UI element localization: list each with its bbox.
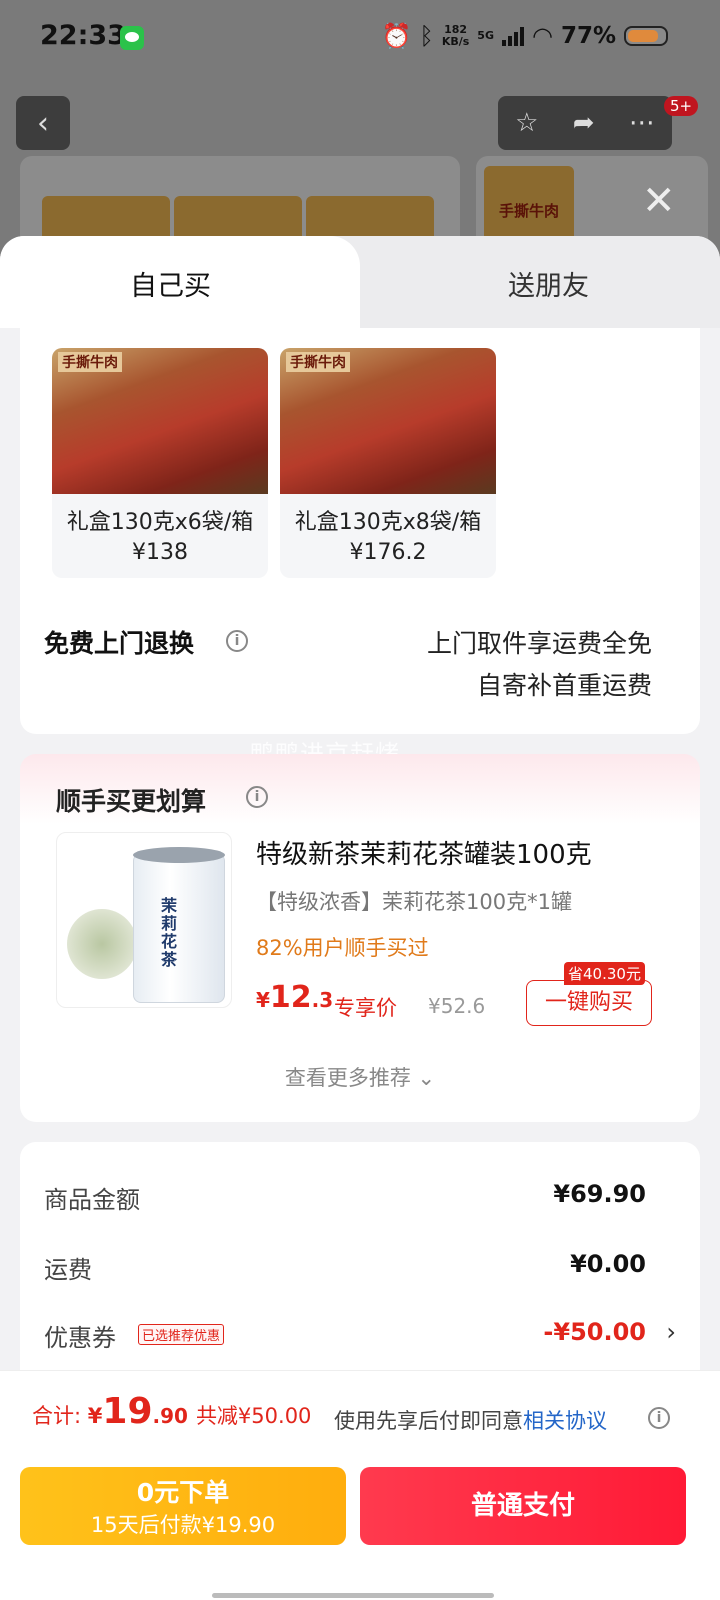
return-service-detail: 自寄补首重运费 xyxy=(476,671,652,700)
recommendation-card: 顺手买更划算 i 茉莉花茶 特级新茶茉莉花茶罐装100克 【特级浓香】茉莉花茶1… xyxy=(20,754,700,1122)
sku-image-label: 手撕牛肉 xyxy=(58,352,122,372)
network-type: 5G xyxy=(477,29,494,42)
original-price: ¥52.6 xyxy=(428,994,486,1018)
pay-later-subtitle: 15天后付款¥19.90 xyxy=(90,1513,276,1537)
exclusive-price-tag: 专享价 xyxy=(334,996,397,1020)
order-total: 合计: ¥19.90 共减¥50.00 xyxy=(32,1391,311,1432)
sku-option[interactable]: 手撕牛肉 礼盒130克x8袋/箱 ¥176.2 xyxy=(280,348,496,578)
shipping-value: ¥0.00 xyxy=(570,1250,646,1278)
info-icon[interactable]: i xyxy=(226,630,248,652)
battery-percent: 77% xyxy=(560,23,616,49)
sku-label: 礼盒130克x8袋/箱 ¥176.2 xyxy=(294,510,482,565)
total-reduction: 共减¥50.00 xyxy=(195,1404,312,1428)
price-integer: 12 xyxy=(269,980,312,1015)
top-action-bar: ☆ ➦ ⋯ xyxy=(498,96,672,150)
agreement-prefix: 使用先享后付即同意 xyxy=(334,1409,523,1433)
tea-can-image xyxy=(133,853,225,1003)
price-summary-card: 商品金额 ¥69.90 运费 ¥0.00 优惠券 已选推荐优惠 -¥50.00 … xyxy=(20,1142,700,1402)
price-decimal: .3 xyxy=(311,988,334,1012)
share-icon[interactable]: ➦ xyxy=(573,108,595,138)
summary-row-goods: 商品金额 ¥69.90 xyxy=(44,1180,646,1220)
recommendation-product-desc: 【特级浓香】茉莉花茶100克*1罐 xyxy=(256,890,572,914)
tea-can-lid xyxy=(133,847,225,863)
chevron-left-icon: ‹ xyxy=(37,105,49,141)
back-button[interactable]: ‹ xyxy=(16,96,70,150)
recommendation-title: 顺手买更划算 xyxy=(56,787,207,816)
goods-amount-label: 商品金额 xyxy=(44,1186,140,1214)
purchase-tabs: 自己买 送朋友 xyxy=(0,236,720,328)
summary-row-shipping: 运费 ¥0.00 xyxy=(44,1250,646,1290)
sku-image-label: 手撕牛肉 xyxy=(286,352,350,372)
total-label: 合计: xyxy=(32,1404,88,1428)
checkout-bar: 合计: ¥19.90 共减¥50.00 使用先享后付即同意相关协议 i 0元下单 … xyxy=(0,1370,720,1600)
more-icon[interactable]: ⋯ xyxy=(629,108,655,138)
save-badge: 省40.30元 xyxy=(564,962,645,985)
total-integer: 19 xyxy=(102,1391,153,1432)
coupon-value: -¥50.00 xyxy=(543,1318,646,1346)
tea-product-image[interactable]: 茉莉花茶 xyxy=(56,832,232,1008)
sku-image: 手撕牛肉 xyxy=(280,348,496,494)
goods-amount-value: ¥69.90 xyxy=(553,1180,646,1208)
coupon-label: 优惠券 xyxy=(44,1324,116,1352)
coupon-tag: 已选推荐优惠 xyxy=(138,1324,225,1345)
chevron-right-icon: › xyxy=(666,1318,676,1346)
total-decimal: .90 xyxy=(152,1404,188,1428)
one-click-buy-button[interactable]: 一键购买 xyxy=(526,980,652,1026)
spec-card: 手撕牛肉 礼盒130克x6袋/箱 ¥138 手撕牛肉 礼盒130克x8袋/箱 ¥… xyxy=(20,328,700,734)
status-icons: ⏰ ᛒ 182 KB/s 5G ◠ 77% xyxy=(382,22,668,50)
agreement-text: 使用先享后付即同意相关协议 xyxy=(334,1405,607,1435)
info-icon[interactable]: i xyxy=(246,786,268,808)
tea-leaves-image xyxy=(67,909,137,979)
wifi-icon: ◠ xyxy=(531,22,553,50)
wechat-notification-icon xyxy=(120,26,144,50)
network-speed: 182 KB/s xyxy=(442,24,469,48)
tea-can-label: 茉莉花茶 xyxy=(161,896,178,969)
battery-icon xyxy=(624,26,668,46)
more-recommendations-link[interactable]: 查看更多推荐 ⌄ xyxy=(20,1062,700,1092)
network-speed-unit: KB/s xyxy=(441,35,470,48)
return-service-title: 免费上门退换 xyxy=(44,629,195,658)
sku-label: 礼盒130克x6袋/箱 ¥138 xyxy=(66,510,254,565)
agreement-link[interactable]: 相关协议 xyxy=(523,1409,607,1433)
recommendation-social-proof: 82%用户顺手买过 xyxy=(256,936,429,960)
tab-gift-friend[interactable]: 送朋友 xyxy=(508,264,589,303)
status-time: 22:33 xyxy=(40,20,126,51)
normal-pay-button[interactable]: 普通支付 xyxy=(360,1467,686,1545)
message-badge: 5+ xyxy=(664,96,699,116)
price-currency: ¥ xyxy=(256,988,270,1012)
close-icon[interactable]: ✕ xyxy=(642,178,676,224)
status-bar: 22:33 ⏰ ᛒ 182 KB/s 5G ◠ 77% xyxy=(0,0,720,76)
info-icon[interactable]: i xyxy=(648,1407,670,1429)
sku-image: 手撕牛肉 xyxy=(52,348,268,494)
star-icon[interactable]: ☆ xyxy=(515,108,538,138)
signal-icon xyxy=(501,26,524,46)
return-service-detail: 上门取件享运费全免 xyxy=(426,629,652,658)
alarm-icon: ⏰ xyxy=(381,22,412,50)
home-indicator[interactable] xyxy=(212,1593,494,1598)
sku-option[interactable]: 手撕牛肉 礼盒130克x6袋/箱 ¥138 xyxy=(52,348,268,578)
tab-self-buy[interactable]: 自己买 xyxy=(130,264,211,303)
pay-later-title: 0元下单 xyxy=(136,1478,230,1507)
shipping-label: 运费 xyxy=(44,1256,92,1284)
recommendation-product-name[interactable]: 特级新茶茉莉花茶罐装100克 xyxy=(256,834,592,871)
pay-later-button[interactable]: 0元下单 15天后付款¥19.90 xyxy=(20,1467,346,1545)
total-currency: ¥ xyxy=(87,1404,103,1428)
summary-row-coupon[interactable]: 优惠券 已选推荐优惠 -¥50.00 › xyxy=(44,1318,676,1358)
recommendation-price: ¥12.3 xyxy=(256,980,333,1015)
bluetooth-icon: ᛒ xyxy=(419,22,434,50)
